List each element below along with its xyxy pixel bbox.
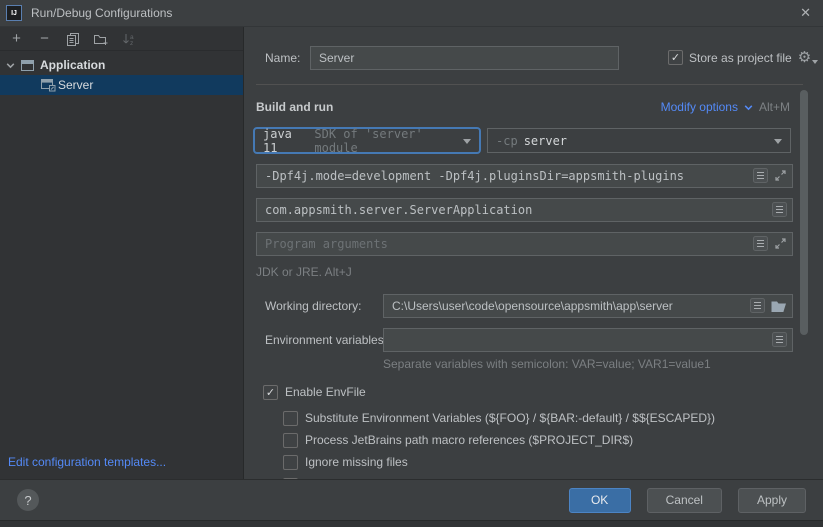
application-type-icon (20, 59, 35, 72)
cp-prefix: -cp (496, 134, 518, 148)
envfile-option-row: Ignore missing files (283, 454, 408, 470)
environment-variables-hint: Separate variables with semicolon: VAR=v… (383, 357, 711, 371)
help-button[interactable]: ? (17, 489, 39, 511)
configurations-sidebar: + − a z (0, 27, 244, 479)
environment-variables-input[interactable] (383, 328, 793, 352)
apply-button[interactable]: Apply (738, 488, 806, 513)
macros-icon[interactable] (772, 332, 787, 347)
environment-variables-label: Environment variables: (265, 328, 387, 352)
ok-button[interactable]: OK (569, 488, 631, 513)
jre-field-hint: JDK or JRE. Alt+J (256, 265, 352, 279)
macros-icon[interactable] (772, 202, 787, 217)
application-run-icon (40, 78, 56, 92)
jre-combo-box[interactable]: java 11 SDK of 'server' module (253, 127, 481, 154)
close-icon[interactable]: ✕ (800, 5, 811, 21)
tree-item-server[interactable]: Server (0, 75, 243, 95)
substitute-env-vars-label: Substitute Environment Variables (${FOO}… (305, 411, 715, 425)
tree-group-label: Application (40, 58, 105, 72)
remove-configuration-icon[interactable]: − (37, 31, 52, 46)
macros-icon[interactable] (753, 168, 768, 183)
copy-configuration-icon[interactable] (65, 31, 80, 46)
browse-folder-icon[interactable] (771, 299, 787, 312)
store-as-project-file-checkbox[interactable] (668, 50, 683, 65)
run-debug-configurations-dialog: IJ Run/Debug Configurations ✕ + − (0, 0, 823, 527)
sidebar-toolbar: + − a z (0, 27, 243, 51)
section-separator (256, 84, 803, 85)
combo-arrow-icon (774, 139, 782, 144)
svg-text:z: z (130, 40, 133, 46)
new-folder-icon[interactable] (93, 31, 108, 46)
store-as-project-file-label: Store as project file (689, 51, 792, 65)
dialog-footer: ? OK Cancel Apply (0, 479, 823, 520)
dialog-title: Run/Debug Configurations (31, 6, 172, 20)
process-path-macros-label: Process JetBrains path macro references … (305, 433, 633, 447)
envfile-option-row: Process JetBrains path macro references … (283, 432, 633, 448)
cancel-button[interactable]: Cancel (647, 488, 722, 513)
edit-configuration-templates-link[interactable]: Edit configuration templates... (8, 455, 166, 469)
add-configuration-icon[interactable]: + (9, 31, 24, 46)
name-label: Name: (265, 46, 300, 70)
vm-options-input[interactable] (256, 164, 793, 188)
process-path-macros-checkbox[interactable] (283, 433, 298, 448)
envfile-option-row: Substitute Environment Variables (${FOO}… (283, 410, 715, 426)
modify-options-link[interactable]: Modify options (661, 100, 738, 114)
store-settings-gear-icon[interactable]: ⚙ (798, 50, 818, 65)
jre-value: java 11 (263, 127, 308, 155)
macros-icon[interactable] (750, 298, 765, 313)
substitute-env-vars-checkbox[interactable] (283, 411, 298, 426)
sort-configurations-icon[interactable]: a z (121, 31, 136, 46)
enable-envfile-row: Enable EnvFile (263, 384, 366, 400)
modify-options-shortcut: Alt+M (759, 100, 790, 114)
combo-arrow-icon (463, 139, 471, 144)
ignore-missing-files-label: Ignore missing files (305, 455, 408, 469)
title-bar: IJ Run/Debug Configurations ✕ (0, 0, 823, 27)
build-and-run-heading: Build and run (256, 100, 333, 114)
enable-envfile-checkbox[interactable] (263, 385, 278, 400)
tree-group-application[interactable]: Application (0, 55, 243, 75)
working-directory-label: Working directory: (265, 294, 361, 318)
jre-hint-text: SDK of 'server' module (314, 127, 457, 155)
chevron-down-icon (5, 60, 16, 71)
intellij-logo-icon: IJ (6, 5, 22, 21)
cp-value: server (524, 134, 567, 148)
program-arguments-input[interactable] (256, 232, 793, 256)
classpath-module-combo-box[interactable]: -cp server (487, 128, 791, 153)
working-directory-input[interactable] (383, 294, 793, 318)
background-window-edge (0, 520, 823, 527)
macros-icon[interactable] (753, 236, 768, 251)
ignore-missing-files-checkbox[interactable] (283, 455, 298, 470)
name-input[interactable] (310, 46, 619, 70)
chevron-down-icon (743, 102, 754, 113)
expand-field-icon[interactable] (774, 169, 787, 182)
expand-field-icon[interactable] (774, 237, 787, 250)
main-class-input[interactable] (256, 198, 793, 222)
tree-item-label: Server (58, 78, 93, 92)
configuration-editor: Name: Store as project file ⚙ Build and … (244, 27, 823, 479)
vertical-scrollbar[interactable] (800, 90, 808, 335)
enable-envfile-label: Enable EnvFile (285, 385, 366, 399)
